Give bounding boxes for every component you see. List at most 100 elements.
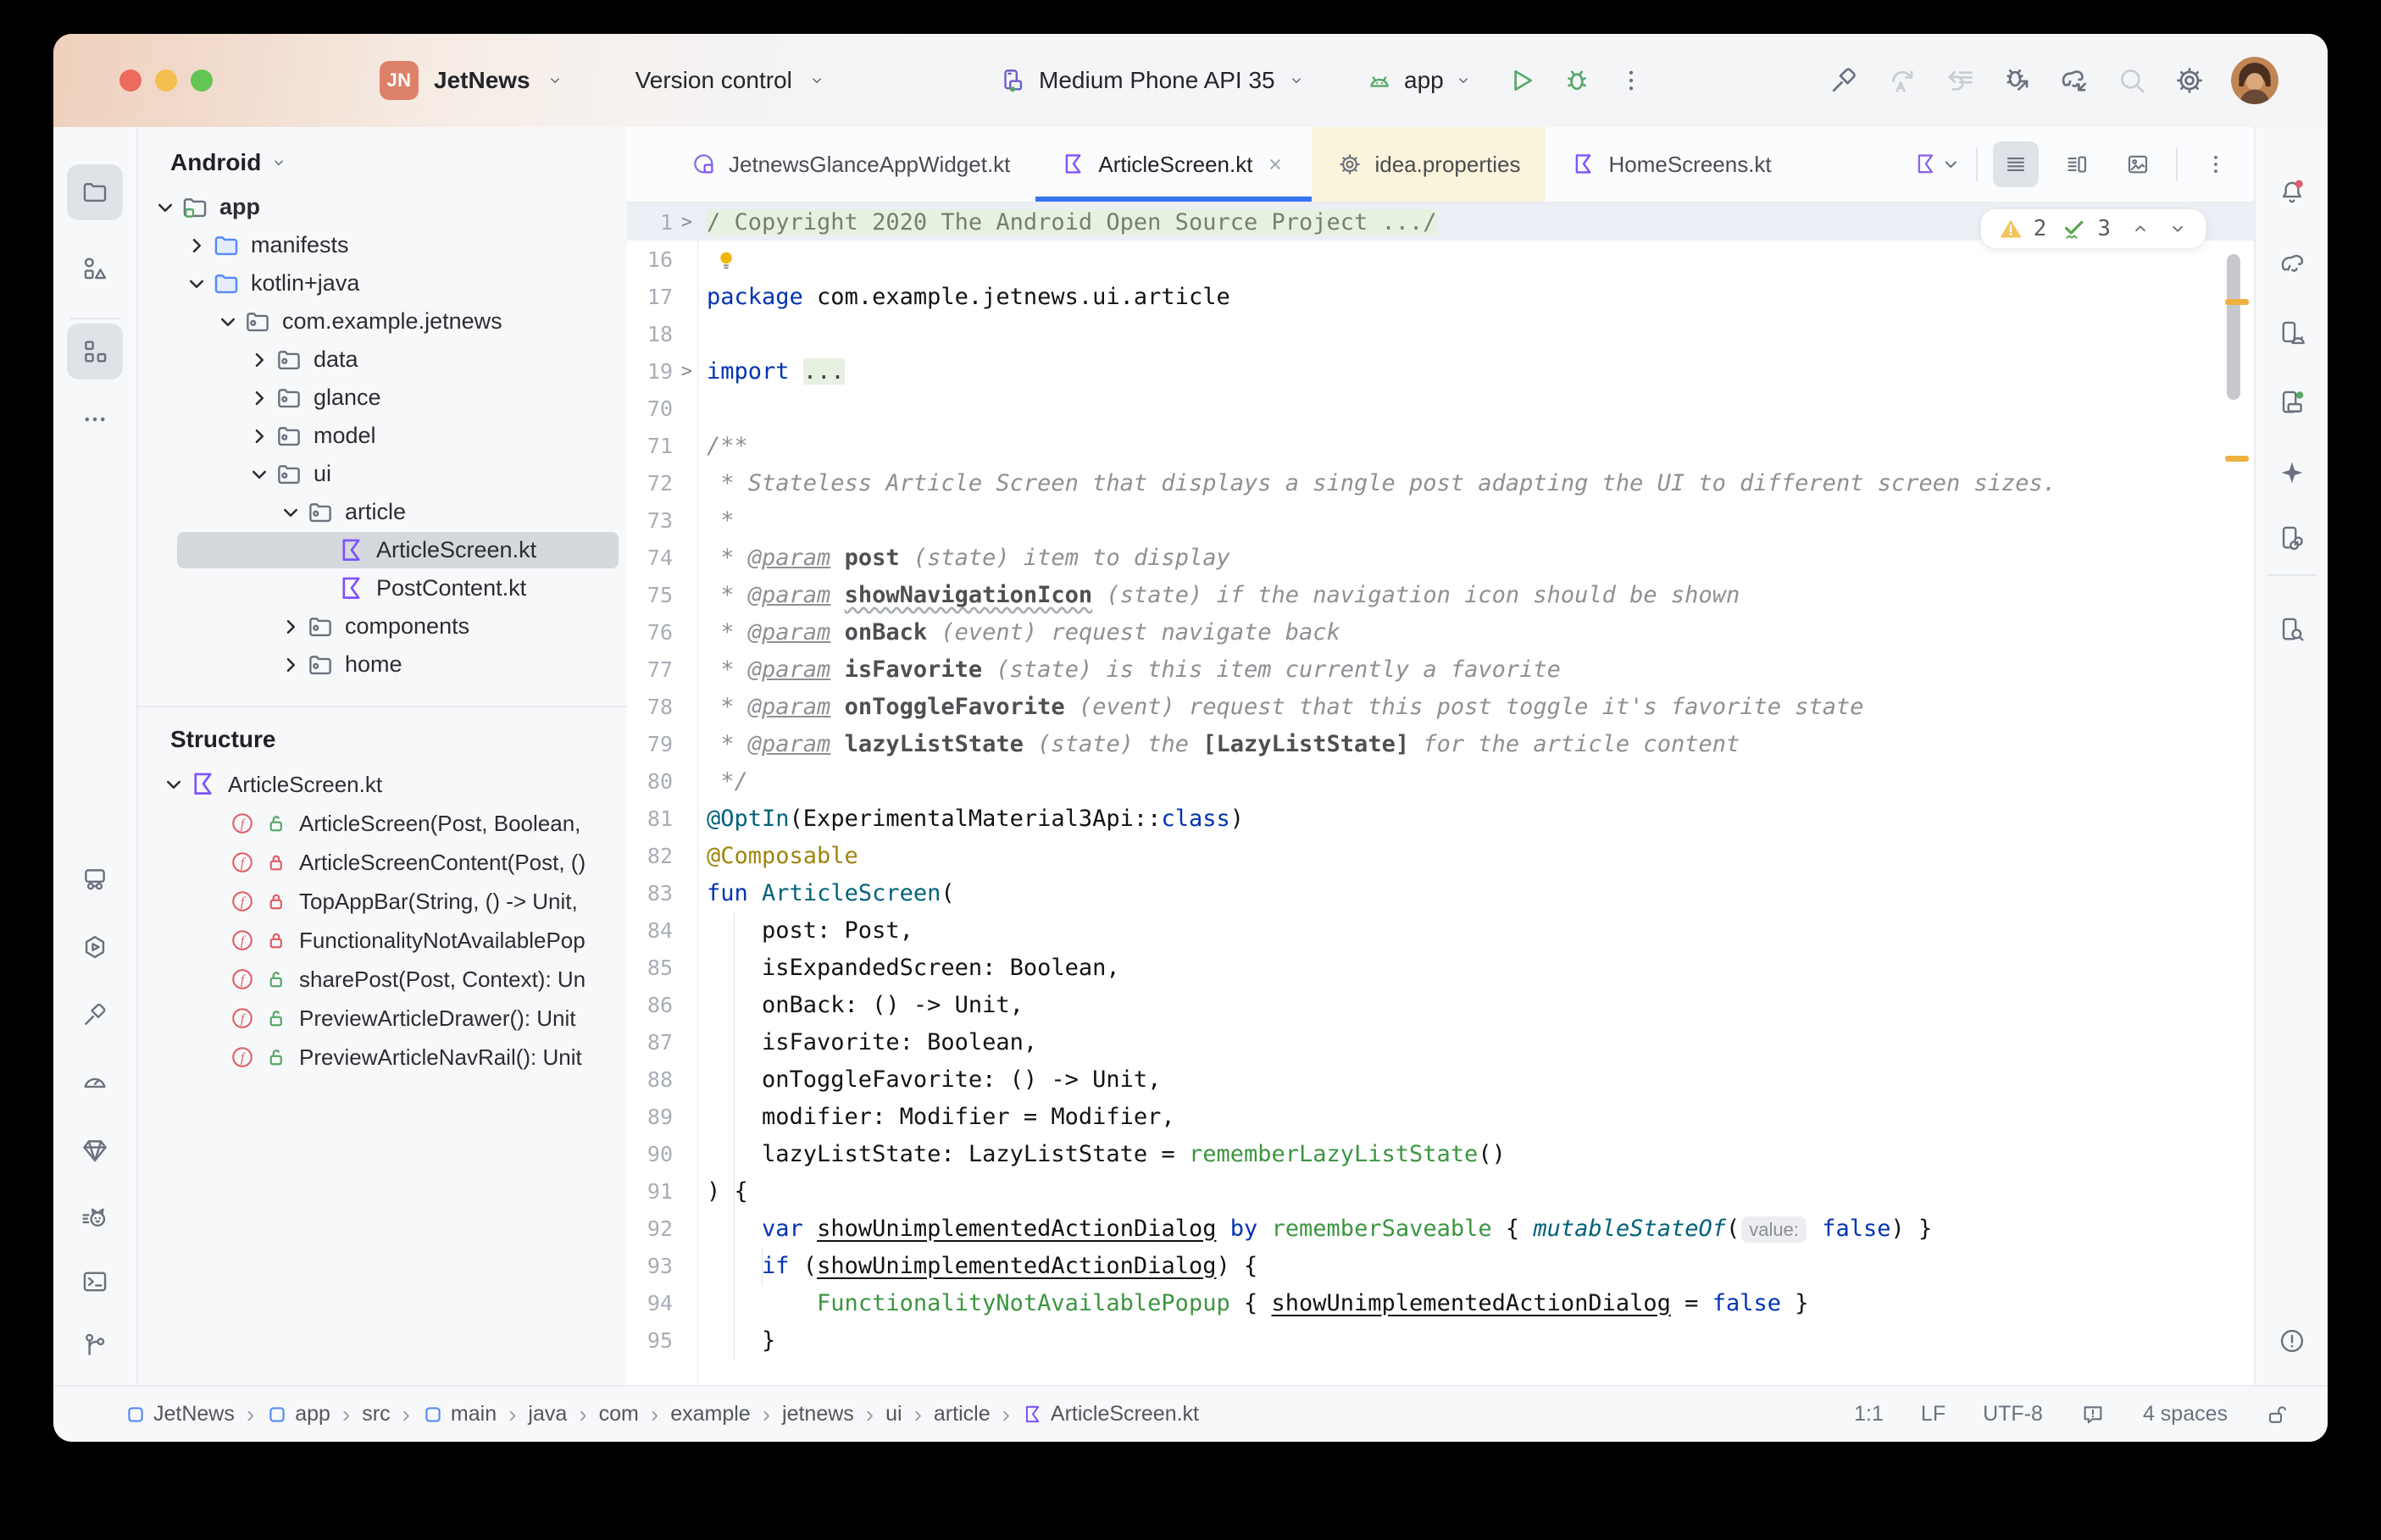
chevron-down-icon[interactable] [244,459,275,490]
code-line-87[interactable]: 87 isFavorite: Boolean, [627,1023,2254,1061]
tree-item-manifests[interactable]: manifests [138,226,627,264]
structure-function-item[interactable]: fPreviewArticleNavRail(): Unit [138,1038,627,1077]
structure-root-file[interactable]: ArticleScreen.kt [138,765,627,804]
line-separator[interactable]: LF [1921,1402,1945,1426]
structure-function-item[interactable]: fsharePost(Post, Context): Un [138,960,627,999]
gradle-sync-icon[interactable] [2058,64,2090,97]
code-line-75[interactable]: 75 * @param showNavigationIcon (state) i… [627,576,2254,613]
tree-item-data[interactable]: data [138,341,627,379]
code-line-80[interactable]: 80 */ [627,762,2254,800]
gradle-icon[interactable] [2264,235,2320,291]
code-line-79[interactable]: 79 * @param lazyListState (state) the [L… [627,725,2254,762]
breadcrumb-item[interactable]: main [422,1402,497,1426]
code-line-81[interactable]: 81@OptIn(ExperimentalMaterial3Api::class… [627,800,2254,837]
run-button[interactable] [1505,64,1537,97]
code-line-83[interactable]: 83fun ArticleScreen( [627,874,2254,911]
tree-item-components[interactable]: components [138,607,627,645]
tree-item-glance[interactable]: glance [138,379,627,417]
code-line-70[interactable]: 70 [627,390,2254,427]
unlock-icon[interactable] [2265,1402,2290,1427]
code-line-82[interactable]: 82@Composable [627,837,2254,874]
tree-item-model[interactable]: model [138,417,627,455]
chevron-right-icon[interactable] [244,345,275,375]
code-line-94[interactable]: 94 FunctionalityNotAvailablePopup { show… [627,1284,2254,1321]
search-everywhere-icon[interactable] [2116,64,2148,97]
project-name-menu[interactable]: JetNews [434,67,530,94]
code-line-78[interactable]: 78 * @param onToggleFavorite (event) req… [627,688,2254,725]
profile-app-icon[interactable] [1885,64,1918,97]
chevron-down-icon[interactable] [275,497,306,528]
build-hammer-icon[interactable] [1828,64,1860,97]
chevron-right-icon[interactable] [244,383,275,413]
code-line-77[interactable]: 77 * @param isFavorite (state) is this i… [627,651,2254,688]
project-view-selector[interactable]: Android [138,127,627,188]
logcat-icon[interactable] [67,1190,123,1246]
running-devices-icon[interactable] [67,851,123,907]
code-line-95[interactable]: 95 } [627,1321,2254,1359]
gemini-icon[interactable] [2264,445,2320,501]
code-line-88[interactable]: 88 onToggleFavorite: () -> Unit, [627,1061,2254,1098]
editor-view-code-icon[interactable] [1993,141,2039,187]
tree-item-kotlin-java[interactable]: kotlin+java [138,264,627,302]
code-line-89[interactable]: 89 modifier: Modifier = Modifier, [627,1098,2254,1135]
chevron-down-icon[interactable] [150,192,180,223]
minimize-window-button[interactable] [155,69,177,91]
code-line-86[interactable]: 86 onBack: () -> Unit, [627,986,2254,1023]
fold-arrow-icon[interactable]: > [676,212,697,233]
terminal-icon[interactable] [67,1254,123,1310]
code-line-73[interactable]: 73 * [627,501,2254,539]
code-line-92[interactable]: 92 var showUnimplementedActionDialog by … [627,1210,2254,1247]
chevron-down-icon[interactable] [213,307,243,337]
benchmark-icon[interactable] [67,1055,123,1111]
notifications-icon[interactable] [2264,164,2320,220]
chevron-right-icon[interactable] [275,612,306,642]
tree-item-postcontent-kt[interactable]: PostContent.kt [138,569,627,607]
structure-function-item[interactable]: fTopAppBar(String, () -> Unit, [138,882,627,921]
open-tabs-dropdown[interactable] [1915,141,1961,187]
app-quality-insights-icon[interactable] [67,1122,123,1178]
user-avatar[interactable] [2231,57,2278,104]
structure-function-item[interactable]: fPreviewArticleDrawer(): Unit [138,999,627,1038]
breadcrumb-item[interactable]: ui [885,1402,902,1426]
previous-problem-icon[interactable] [2129,218,2151,240]
problems-icon[interactable] [2264,1313,2320,1369]
tab-homescreens-kt[interactable]: HomeScreens.kt [1546,127,1796,202]
close-window-button[interactable] [119,69,142,91]
breadcrumb-item[interactable]: jetnews [782,1402,854,1426]
maximize-window-button[interactable] [191,69,213,91]
code-line-91[interactable]: 91) { [627,1172,2254,1210]
code-line-18[interactable]: 18 [627,315,2254,352]
next-problem-icon[interactable] [2167,218,2189,240]
device-manager-icon[interactable] [2264,305,2320,361]
attach-debugger-icon[interactable] [2001,64,2033,97]
breadcrumb-item[interactable]: app [266,1402,330,1426]
close-tab-icon[interactable] [1264,153,1286,175]
device-mirror-icon[interactable] [2264,510,2320,566]
tab-articlescreen-kt[interactable]: ArticleScreen.kt [1035,127,1312,202]
code-editor[interactable]: 1>/ Copyright 2020 The Android Open Sour… [627,203,2254,1385]
editor-scrollbar[interactable] [2227,254,2240,400]
indent-setting[interactable]: 4 spaces [2143,1402,2228,1426]
code-line-76[interactable]: 76 * @param onBack (event) request navig… [627,613,2254,651]
structure-tool-icon[interactable] [67,324,123,379]
tree-item-app[interactable]: app [138,188,627,226]
breadcrumb-item[interactable]: ArticleScreen.kt [1022,1402,1199,1426]
layout-inspector-icon[interactable] [2264,601,2320,657]
resource-manager-icon[interactable] [67,241,123,296]
code-line-85[interactable]: 85 isExpandedScreen: Boolean, [627,949,2254,986]
chevron-right-icon[interactable] [244,421,275,451]
settings-icon[interactable] [2173,64,2206,97]
tree-item-com-example-jetnews[interactable]: com.example.jetnews [138,302,627,341]
fold-arrow-icon[interactable]: > [676,361,697,382]
structure-function-item[interactable]: fFunctionalityNotAvailablePop [138,921,627,960]
editor-view-preview-icon[interactable] [2115,141,2161,187]
breadcrumb-item[interactable]: example [670,1402,751,1426]
editor-more-options-icon[interactable] [2193,141,2239,187]
file-encoding[interactable]: UTF-8 [1983,1402,2043,1426]
editor-view-split-icon[interactable] [2054,141,2100,187]
tab-idea-properties[interactable]: idea.properties [1312,127,1546,202]
code-line-71[interactable]: 71/** [627,427,2254,464]
breadcrumb-item[interactable]: article [934,1402,991,1426]
code-line-74[interactable]: 74 * @param post (state) item to display [627,539,2254,576]
build-icon[interactable] [67,987,123,1043]
